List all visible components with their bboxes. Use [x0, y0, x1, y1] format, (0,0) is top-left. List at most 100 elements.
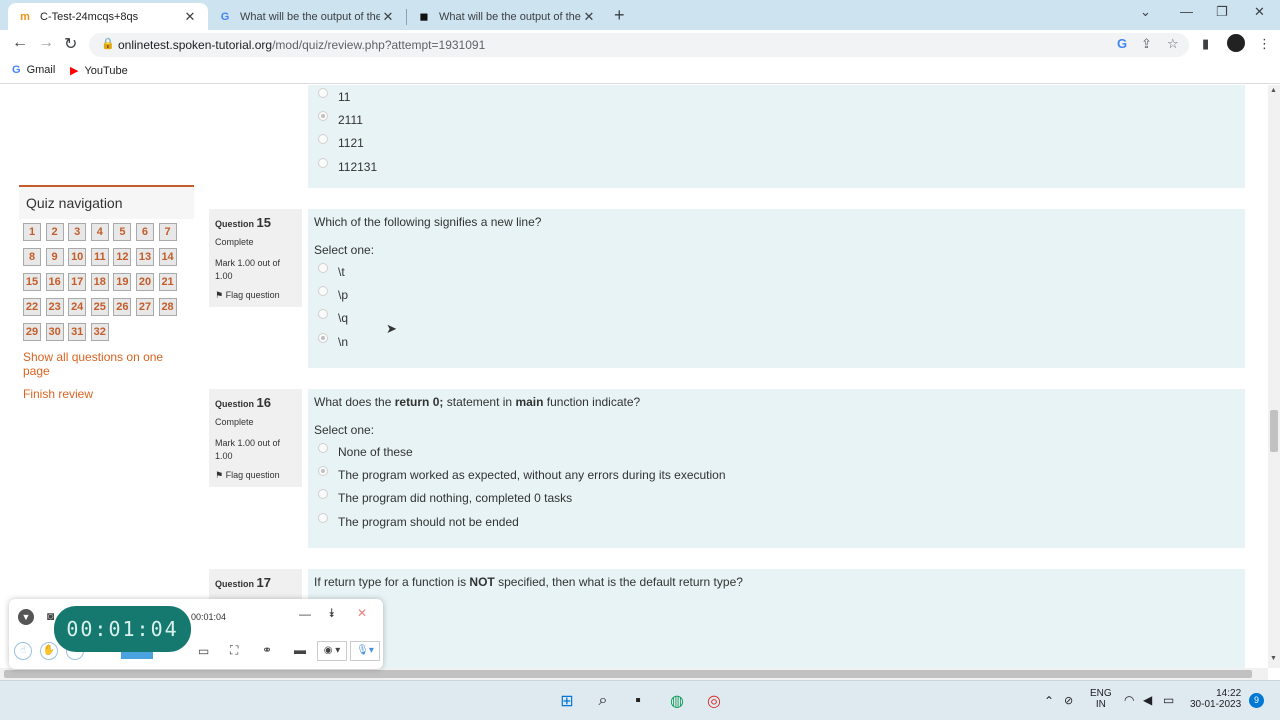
quiz-nav-button[interactable]: 23 [45, 298, 64, 316]
quiz-nav-button[interactable]: 8 [23, 248, 41, 266]
star-icon[interactable]: ☆ [1167, 36, 1179, 52]
microphone-dropdown[interactable]: 🎙▾ [350, 641, 380, 661]
close-icon[interactable]: ✕ [182, 9, 198, 25]
answer-option[interactable]: The program worked as expected, without … [314, 463, 1239, 486]
quiz-nav-button[interactable]: 2 [45, 223, 64, 241]
avatar[interactable] [1227, 34, 1245, 52]
close-icon[interactable]: ✕ [357, 606, 367, 620]
tab-quiz[interactable]: m C-Test-24mcqs+8qs ✕ [8, 3, 208, 30]
address-bar[interactable]: 🔒 onlinetest.spoken-tutorial.org/mod/qui… [89, 33, 1189, 57]
new-tab-button[interactable]: + [614, 5, 625, 26]
sidebar-icon[interactable]: ▮ [1202, 36, 1209, 52]
quiz-nav-button[interactable]: 15 [23, 273, 41, 291]
quiz-nav-button[interactable]: 19 [113, 273, 132, 291]
radio-button[interactable] [318, 309, 328, 320]
minimize-icon[interactable]: — [299, 607, 311, 621]
quiz-nav-button[interactable]: 17 [68, 273, 87, 291]
answer-option[interactable]: The program should not be ended [314, 510, 1239, 533]
forward-icon[interactable]: → [38, 34, 54, 52]
quiz-nav-button[interactable]: 3 [68, 223, 87, 241]
quiz-nav-button[interactable]: 20 [135, 273, 154, 291]
back-icon[interactable]: ← [12, 34, 28, 52]
answer-option[interactable]: 2111 [314, 108, 1239, 131]
tab-answer-page[interactable]: ◼ What will be the output of the fo ✕ [407, 3, 607, 30]
minimize-button[interactable]: — [1180, 4, 1193, 19]
windows-start-icon[interactable]: ⊞ [555, 689, 579, 713]
quiz-nav-button[interactable]: 4 [90, 223, 109, 241]
quiz-nav-button[interactable]: 1 [23, 223, 41, 241]
answer-option[interactable]: 11 [314, 85, 1239, 108]
fullscreen-icon[interactable]: ⛶ [230, 643, 238, 658]
task-view-icon[interactable]: ▪ [626, 689, 650, 713]
quiz-nav-button[interactable]: 24 [68, 298, 87, 316]
wifi-icon[interactable]: ◠ [1124, 693, 1134, 707]
chrome-icon[interactable]: ◍ [665, 689, 689, 713]
bookmark-gmail[interactable]: G Gmail [12, 64, 55, 76]
quiz-nav-button[interactable]: 28 [158, 298, 177, 316]
quiz-nav-button[interactable]: 10 [68, 248, 87, 266]
quiz-nav-button[interactable]: 13 [135, 248, 154, 266]
radio-button[interactable] [318, 332, 328, 343]
bookmark-youtube[interactable]: ▶ YouTube [70, 64, 128, 78]
quiz-nav-button[interactable]: 30 [45, 323, 64, 341]
menu-icon[interactable]: ⋮ [1258, 36, 1271, 52]
scrollbar-thumb[interactable] [1270, 410, 1278, 452]
answer-option[interactable]: \n [314, 330, 1239, 353]
hand-icon[interactable]: ✋ [40, 642, 58, 660]
clock[interactable]: 14:22 30-01-2023 [1190, 688, 1241, 710]
horizontal-scrollbar[interactable] [0, 668, 1268, 680]
webcam-dropdown[interactable]: ◉ ▾ [317, 641, 347, 661]
google-lens-icon[interactable]: G [1117, 36, 1127, 51]
finish-review-link[interactable]: Finish review [19, 385, 194, 408]
flag-question-button[interactable]: ⚑ Flag question [215, 290, 296, 301]
radio-button[interactable] [318, 442, 328, 453]
scrollbar-thumb[interactable] [4, 670, 1252, 678]
tab-search-icon[interactable]: ⌄ [1140, 4, 1151, 20]
quiz-nav-button[interactable]: 11 [90, 248, 109, 266]
close-window-button[interactable]: ✕ [1254, 4, 1265, 20]
link-icon[interactable]: ⚭ [262, 643, 272, 657]
radio-button[interactable] [318, 465, 328, 476]
quiz-nav-button[interactable]: 26 [113, 298, 132, 316]
chevron-down-icon[interactable]: ▼ [18, 609, 34, 625]
show-all-questions-link[interactable]: Show all questions on one page [19, 348, 194, 385]
scroll-down-arrow[interactable]: ▼ [1270, 655, 1277, 662]
quiz-nav-button[interactable]: 6 [135, 223, 154, 241]
scroll-up-arrow[interactable]: ▲ [1270, 87, 1277, 94]
quiz-nav-button[interactable]: 32 [90, 323, 109, 341]
collapse-icon[interactable]: ⯯ [328, 606, 335, 621]
search-icon[interactable]: ⌕ [591, 689, 615, 713]
radio-button[interactable] [318, 110, 328, 121]
tab-google-search[interactable]: G What will be the output of the p ✕ [208, 3, 406, 30]
restore-button[interactable]: ❐ [1216, 4, 1228, 20]
pointer-icon[interactable]: ☝ [14, 642, 32, 660]
battery-icon[interactable]: ▭ [1163, 693, 1174, 707]
radio-button[interactable] [318, 157, 328, 168]
answer-option[interactable]: \p [314, 283, 1239, 306]
answer-option[interactable]: \q [314, 307, 1239, 330]
network-status-icon[interactable]: ⊘ [1064, 694, 1073, 707]
answer-option[interactable]: 112131 [314, 155, 1239, 178]
answer-option[interactable]: None of these [314, 440, 1239, 463]
answer-option[interactable]: \t [314, 260, 1239, 283]
radio-button[interactable] [318, 489, 328, 500]
volume-icon[interactable]: ◀ [1143, 693, 1152, 707]
answer-option[interactable]: 1121 [314, 132, 1239, 155]
quiz-nav-button[interactable]: 27 [135, 298, 154, 316]
quiz-nav-button[interactable]: 12 [113, 248, 132, 266]
folder-icon[interactable]: ▬ [294, 643, 306, 657]
quiz-nav-button[interactable]: 5 [113, 223, 132, 241]
quiz-nav-button[interactable]: 25 [90, 298, 109, 316]
quiz-nav-button[interactable]: 21 [158, 273, 177, 291]
language-indicator[interactable]: ENG IN [1090, 688, 1112, 710]
quiz-nav-button[interactable]: 22 [23, 298, 41, 316]
reload-icon[interactable]: ↻ [64, 34, 77, 54]
radio-button[interactable] [318, 512, 328, 523]
chevron-up-icon[interactable]: ⌃ [1044, 694, 1054, 708]
camera-icon[interactable]: ◙ [47, 609, 54, 623]
quiz-nav-button[interactable]: 9 [45, 248, 64, 266]
screen-recorder-icon[interactable]: ◎ [702, 689, 726, 713]
close-icon[interactable]: ✕ [581, 9, 597, 25]
notification-badge[interactable]: 9 [1249, 693, 1264, 708]
quiz-nav-button[interactable]: 16 [45, 273, 64, 291]
